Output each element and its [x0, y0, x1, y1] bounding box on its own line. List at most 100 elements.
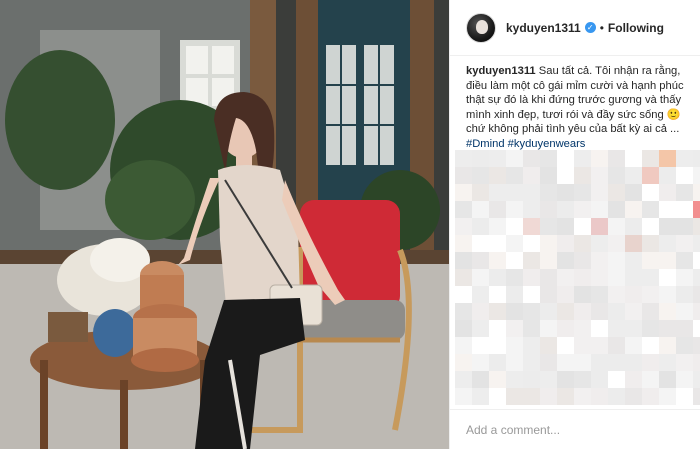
hashtag-link[interactable]: #Dmind — [466, 138, 505, 150]
pixel-block — [591, 150, 608, 167]
pixel-block — [642, 167, 659, 184]
pixel-block — [540, 184, 557, 201]
caption-username[interactable]: kyduyen1311 — [466, 65, 536, 77]
pixel-block — [523, 320, 540, 337]
pixel-block — [489, 150, 506, 167]
pixel-block — [574, 303, 591, 320]
pixel-block — [540, 388, 557, 405]
pixel-block — [455, 388, 472, 405]
pixel-block — [676, 235, 693, 252]
pixel-block — [608, 150, 625, 167]
pixel-block — [642, 371, 659, 388]
pixel-block — [591, 354, 608, 371]
pixel-block — [523, 167, 540, 184]
pixel-block — [625, 354, 642, 371]
pixel-block — [574, 286, 591, 303]
pixel-block — [472, 337, 489, 354]
following-button[interactable]: Following — [608, 21, 664, 35]
add-comment-input[interactable]: Add a comment... — [450, 409, 700, 449]
pixel-block — [540, 337, 557, 354]
pixel-block — [472, 286, 489, 303]
pixel-block — [489, 269, 506, 286]
pixel-block — [557, 286, 574, 303]
pixel-block — [523, 303, 540, 320]
pixel-block — [676, 371, 693, 388]
post-caption: kyduyen1311 Sau tất cả. Tôi nhận ra rằng… — [466, 64, 692, 152]
pixel-block — [693, 354, 700, 371]
pixel-block — [608, 184, 625, 201]
post-photo[interactable] — [0, 0, 449, 449]
pixel-block — [625, 184, 642, 201]
pixel-block — [591, 184, 608, 201]
pixel-block — [676, 337, 693, 354]
pixel-block — [676, 201, 693, 218]
pixel-block — [591, 337, 608, 354]
pixel-block — [642, 201, 659, 218]
pixel-block — [693, 320, 700, 337]
pixel-block — [591, 201, 608, 218]
pixel-block — [676, 388, 693, 405]
pixel-block — [591, 167, 608, 184]
pixel-block — [608, 269, 625, 286]
pixel-block — [523, 184, 540, 201]
pixel-block — [540, 303, 557, 320]
pixel-block — [506, 218, 523, 235]
pixel-block — [489, 286, 506, 303]
pixel-block — [574, 218, 591, 235]
pixel-block — [659, 303, 676, 320]
pixel-block — [574, 201, 591, 218]
pixel-block — [557, 371, 574, 388]
pixel-block — [557, 201, 574, 218]
pixel-block — [506, 303, 523, 320]
pixel-block — [625, 150, 642, 167]
pixel-block — [472, 371, 489, 388]
pixel-block — [574, 150, 591, 167]
pixel-block — [557, 388, 574, 405]
post-header: kyduyen1311 ✓ • Following — [450, 0, 700, 56]
verified-check-icon: ✓ — [584, 22, 596, 33]
pixel-block — [506, 235, 523, 252]
pixel-block — [693, 252, 700, 269]
pixel-block — [455, 371, 472, 388]
pixel-block — [557, 184, 574, 201]
pixel-block — [574, 269, 591, 286]
pixel-block — [659, 184, 676, 201]
pixel-block — [506, 371, 523, 388]
pixel-block — [523, 235, 540, 252]
pixel-block — [540, 354, 557, 371]
hashtag-link[interactable]: #kyduyenwears — [508, 138, 586, 150]
pixel-block — [625, 320, 642, 337]
pixel-block — [659, 201, 676, 218]
pixel-block — [557, 167, 574, 184]
pixel-block — [489, 184, 506, 201]
pixel-block — [472, 218, 489, 235]
pixel-block — [557, 252, 574, 269]
pixel-block — [455, 286, 472, 303]
pixel-block — [472, 150, 489, 167]
pixel-block — [574, 167, 591, 184]
pixel-block — [455, 150, 472, 167]
pixel-block — [574, 388, 591, 405]
pixel-block — [659, 337, 676, 354]
pixel-block — [676, 354, 693, 371]
pixel-block — [659, 167, 676, 184]
pixel-block — [506, 269, 523, 286]
pixel-block — [489, 235, 506, 252]
pixel-block — [506, 201, 523, 218]
pixel-block — [608, 167, 625, 184]
pixel-block — [642, 269, 659, 286]
pixel-block — [625, 337, 642, 354]
pixel-block — [455, 218, 472, 235]
pixel-block — [659, 354, 676, 371]
pixel-block — [557, 354, 574, 371]
username-link[interactable]: kyduyen1311 — [506, 21, 581, 35]
pixel-block — [557, 303, 574, 320]
pixel-block — [472, 167, 489, 184]
pixel-block — [608, 303, 625, 320]
profile-avatar[interactable] — [466, 12, 496, 43]
pixel-block — [676, 320, 693, 337]
pixel-block — [676, 218, 693, 235]
pixel-block — [523, 371, 540, 388]
pixel-block — [472, 184, 489, 201]
pixel-block — [608, 337, 625, 354]
